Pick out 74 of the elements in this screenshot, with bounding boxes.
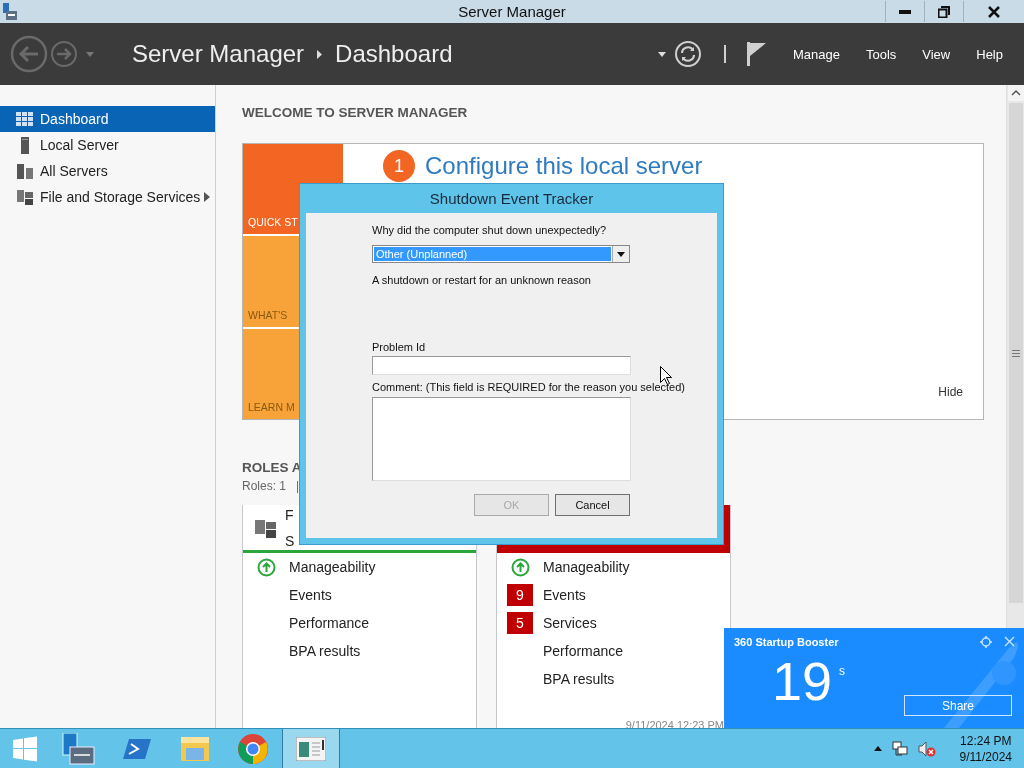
menu-item[interactable]: View — [909, 46, 964, 62]
windows-logo-icon — [11, 734, 39, 763]
menu-item[interactable]: Help — [963, 46, 1016, 62]
pointer-icon — [660, 366, 672, 385]
expand-arrow-icon[interactable] — [204, 192, 210, 202]
hide-link[interactable]: Hide — [938, 385, 963, 399]
network-icon[interactable] — [891, 740, 908, 757]
scrollbar-thumb[interactable] — [1008, 103, 1023, 603]
restore-icon — [938, 5, 950, 18]
card-title[interactable]: S — [285, 527, 295, 554]
status-item[interactable]: Events — [543, 587, 586, 603]
forward-icon[interactable] — [50, 40, 78, 68]
volume-muted-icon[interactable] — [917, 740, 936, 757]
status-item[interactable]: BPA results — [543, 671, 615, 687]
field-label: Comment: (This field is REQUIRED for the reason you selected) — [372, 381, 685, 393]
status-up-icon — [510, 557, 530, 577]
page-breadcrumb: Dashboard — [335, 40, 453, 68]
status-up-icon — [256, 557, 276, 577]
app-icon[interactable] — [2, 2, 18, 21]
dashboard-icon — [16, 112, 33, 126]
refresh-icon[interactable] — [673, 40, 702, 68]
section-heading: WELCOME TO SERVER MANAGER — [242, 105, 469, 122]
window-title: Server Manager — [458, 3, 566, 20]
time-unit: s — [839, 664, 845, 678]
close-icon[interactable] — [1004, 636, 1015, 647]
status-item[interactable]: Events — [289, 587, 332, 603]
count-badge[interactable]: 9 — [507, 584, 533, 606]
status-item[interactable]: BPA results — [289, 643, 361, 659]
settings-icon[interactable] — [980, 636, 992, 648]
sidebar-item[interactable]: All Servers — [0, 158, 215, 184]
status-item[interactable]: Performance — [289, 615, 370, 631]
status-item[interactable]: Performance — [543, 643, 624, 659]
menu-item[interactable]: Tools — [852, 46, 910, 62]
servers-icon — [16, 163, 33, 179]
menu-item[interactable]: Manage — [779, 46, 853, 62]
status-item[interactable]: Manageability — [543, 559, 630, 575]
back-icon[interactable] — [10, 35, 48, 73]
taskbar-app[interactable] — [282, 729, 340, 768]
popup-title: 360 Startup Booster — [734, 636, 839, 648]
terminal-icon — [123, 736, 151, 761]
step-title[interactable]: Configure this local server — [425, 152, 703, 180]
storage-icon — [16, 189, 33, 205]
server-toolbox-icon — [62, 732, 96, 765]
server-icon — [20, 136, 29, 154]
close-icon — [988, 5, 1000, 18]
field-label: Problem Id — [372, 341, 426, 353]
status-item[interactable]: Manageability — [289, 559, 376, 575]
storage-icon — [255, 517, 277, 538]
card-title[interactable]: F — [285, 501, 295, 528]
step-number: 1 — [383, 150, 415, 182]
app-breadcrumb[interactable]: Server Manager — [132, 40, 305, 68]
count-badge[interactable]: 5 — [507, 612, 533, 634]
caret-icon[interactable] — [657, 51, 666, 57]
comment-field[interactable] — [372, 397, 631, 481]
dialog-button[interactable]: Cancel — [555, 494, 630, 516]
sidebar-item[interactable]: Local Server — [0, 132, 215, 158]
minimize-icon — [899, 9, 911, 14]
question-label: Why did the computer shut down unexpectedly? — [372, 224, 607, 236]
caret-icon — [617, 251, 625, 257]
browser-icon — [237, 732, 269, 765]
reason-description: A shutdown or restart for an unknown reason — [372, 274, 591, 286]
dialog-title: Shutdown Event Tracker — [428, 189, 595, 209]
roles-summary: Roles: 1 | — [242, 479, 301, 493]
event-tracker-icon — [296, 736, 326, 761]
boot-time: 19 — [772, 654, 833, 708]
problem-id-field[interactable] — [372, 356, 631, 375]
scroll-up-icon[interactable] — [1007, 85, 1024, 101]
status-item[interactable]: Services — [543, 615, 597, 631]
sidebar-item[interactable]: Dashboard — [0, 106, 215, 132]
show-hidden-icon[interactable] — [873, 746, 882, 751]
breadcrumb-arrow-icon — [317, 49, 323, 59]
sidebar-item[interactable]: File and Storage Services — [0, 184, 215, 210]
clock[interactable]: 12:24 PM 9/11/2024 — [959, 732, 1012, 765]
flag-icon[interactable] — [745, 42, 766, 66]
